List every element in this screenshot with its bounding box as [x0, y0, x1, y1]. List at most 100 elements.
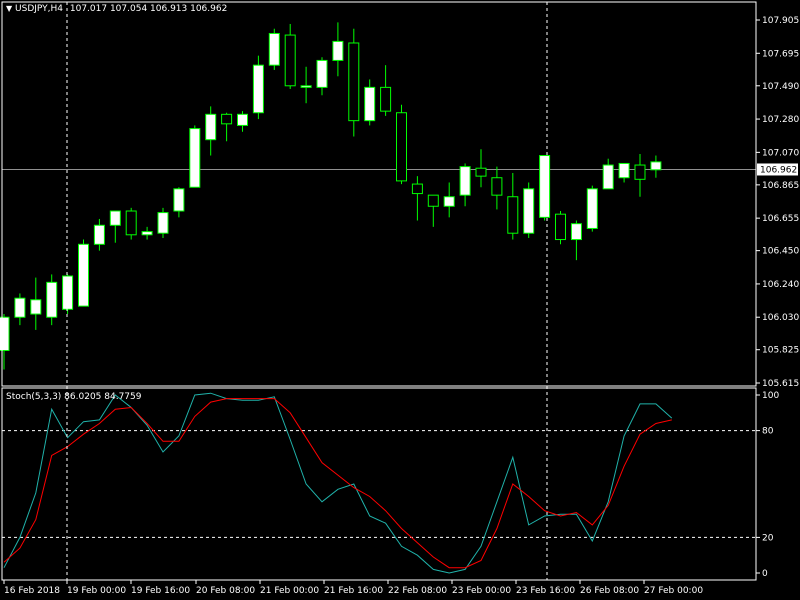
stoch-tick-label: 0: [762, 569, 768, 579]
candle-body: [221, 113, 233, 125]
candle-body: [237, 113, 248, 126]
candle-body: [491, 177, 503, 196]
candle-body: [650, 161, 662, 171]
dropdown-triangle-icon[interactable]: ▼: [6, 4, 12, 13]
candle: [523, 182, 535, 238]
candle-body: [443, 196, 455, 207]
candle: [62, 274, 74, 315]
candle: [570, 220, 582, 261]
candle: [157, 207, 169, 238]
candle: [411, 176, 423, 221]
candle: [650, 155, 662, 178]
time-tick-label: 21 Feb 00:00: [260, 586, 319, 596]
candle: [268, 28, 280, 70]
time-tick-label: 22 Feb 08:00: [388, 586, 447, 596]
time-tick-label: 26 Feb 08:00: [580, 586, 639, 596]
current-price-label: 106.962: [760, 165, 797, 175]
candle: [46, 274, 58, 326]
time-tick-label: 20 Feb 08:00: [196, 586, 255, 596]
price-tick-label: 107.070: [762, 148, 799, 158]
candle: [332, 22, 344, 77]
candle: [459, 163, 471, 207]
candle-body: [396, 112, 407, 182]
candle: [539, 155, 551, 221]
time-tick-label: 19 Feb 16:00: [131, 586, 190, 596]
candle-body: [364, 86, 376, 122]
candle-body: [539, 155, 551, 218]
stoch-tick-label: 80: [762, 427, 774, 437]
price-tick-label: 105.825: [762, 346, 799, 356]
candle: [141, 226, 153, 240]
time-tick-label: 27 Feb 00:00: [644, 586, 703, 596]
candle-body: [46, 281, 58, 318]
candle: [221, 112, 233, 142]
candle: [78, 239, 89, 307]
candle: [618, 162, 630, 183]
candle-body: [459, 166, 471, 196]
candle-body: [93, 224, 105, 245]
price-tick-label: 106.450: [762, 247, 799, 257]
price-pane: [0, 22, 756, 370]
candle: [93, 218, 105, 251]
candle: [380, 65, 392, 116]
stochastic-pane: [2, 392, 756, 574]
price-tick-label: 107.695: [762, 49, 799, 59]
candle-body: [157, 212, 169, 234]
candle-body: [78, 243, 89, 307]
price-tick-label: 107.905: [762, 16, 799, 26]
price-tick-label: 106.865: [762, 181, 799, 191]
price-tick-label: 107.490: [762, 82, 799, 92]
axes: 107.905 107.695 107.490 107.280 107.070 106.8…: [1, 1, 799, 596]
candle: [491, 166, 503, 210]
candle: [443, 182, 455, 218]
candle: [316, 57, 328, 96]
symbol-header: ▼ USDJPY,H4 107.017 107.054 106.913 106.…: [6, 4, 227, 14]
candle: [364, 79, 376, 126]
candle: [634, 153, 646, 197]
symbol-title: USDJPY,H4: [15, 4, 63, 14]
candle-body: [332, 40, 344, 61]
candle: [173, 187, 185, 218]
candle-body: [109, 210, 121, 226]
time-tick-label: 21 Feb 16:00: [324, 586, 383, 596]
candle: [396, 104, 407, 185]
stoch-signal-line: [3, 398, 672, 569]
candle-body: [173, 188, 185, 212]
stoch-tick-label: 20: [762, 533, 774, 543]
candle: [125, 207, 137, 240]
candle-body: [0, 316, 10, 352]
candle-body: [555, 213, 566, 241]
candle: [0, 314, 10, 370]
candle: [284, 23, 296, 89]
candle: [237, 111, 248, 132]
chart-svg: 107.905 107.695 107.490 107.280 107.070 106.8…: [0, 1, 799, 596]
candle-body: [348, 42, 360, 122]
candle-body: [30, 299, 42, 315]
candle: [602, 158, 614, 190]
candle: [475, 149, 487, 188]
candle-body: [586, 188, 598, 229]
candle: [427, 194, 439, 227]
candle: [189, 125, 201, 188]
candle-body: [14, 297, 26, 318]
time-tick-label: 23 Feb 16:00: [516, 586, 575, 596]
candle-body: [507, 196, 519, 234]
time-tick-label: 16 Feb 2018: [4, 586, 60, 596]
price-tick-label: 106.655: [762, 214, 799, 224]
candle-body: [62, 275, 74, 310]
candle-body: [252, 64, 264, 114]
candle-body: [618, 162, 630, 179]
price-tick-label: 106.240: [762, 280, 799, 290]
candle-body: [411, 183, 423, 195]
price-tick-label: 107.280: [762, 115, 799, 125]
price-frame: [1, 1, 757, 387]
candle: [30, 277, 42, 330]
candle-body: [602, 164, 614, 190]
candle: [109, 210, 121, 243]
candle: [300, 66, 312, 104]
time-tick-label: 23 Feb 00:00: [452, 586, 511, 596]
candle-body: [141, 231, 153, 236]
candle-body: [284, 34, 296, 87]
time-tick-label: 19 Feb 00:00: [67, 586, 126, 596]
candle-body: [316, 59, 328, 88]
